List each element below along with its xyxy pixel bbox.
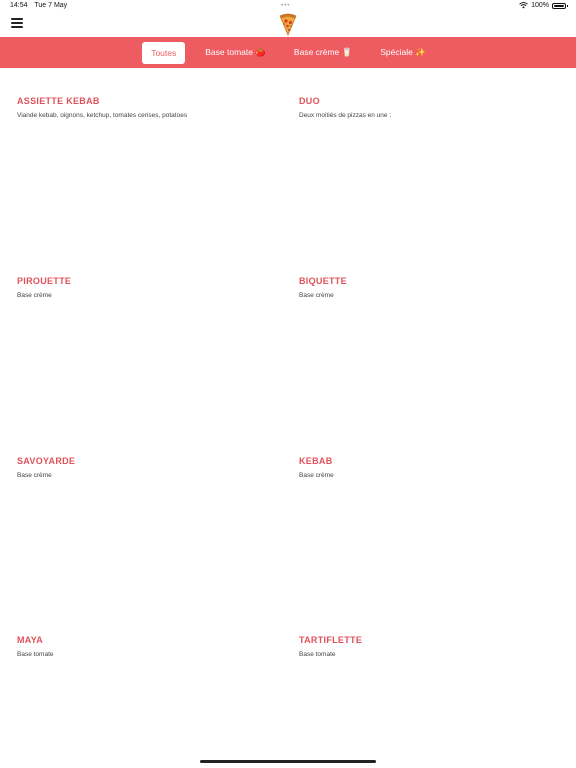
tab-base-creme[interactable]: Base crème 🥛 — [286, 41, 360, 64]
pizza-name: MAYA — [17, 635, 44, 645]
pizza-description: Base crème — [17, 472, 52, 479]
category-tabs: Toutes Base tomate 🍅 Base crème 🥛 Spécia… — [0, 37, 576, 68]
pizza-description: Deux moitiés de pizzas en une : — [299, 112, 392, 119]
pizza-description: Viande kebab, oignons, ketchup, tomates … — [17, 112, 188, 119]
pizza-name: BIQUETTE — [299, 276, 347, 286]
pizza-card-tartiflette[interactable]: TARTIFLETTE Base tomate — [299, 635, 559, 658]
battery-percentage: 100% — [531, 2, 549, 9]
hamburger-menu-icon[interactable] — [11, 18, 23, 28]
pizza-description: Base crème — [299, 292, 334, 299]
pizza-card-duo[interactable]: DUO Deux moitiés de pizzas en une : — [299, 96, 559, 119]
status-indicators: 100% — [519, 2, 568, 9]
pizza-name: DUO — [299, 96, 320, 106]
pizza-name: ASSIETTE KEBAB — [17, 96, 100, 106]
app-screen: 14:54 Tue 7 May ••• 100% Toutes Base tom… — [0, 0, 576, 768]
pizza-card-biquette[interactable]: BIQUETTE Base crème — [299, 276, 559, 299]
wifi-icon — [519, 2, 528, 9]
pizza-description: Base crème — [17, 292, 52, 299]
tab-speciale[interactable]: Spéciale ✨ — [372, 41, 434, 64]
status-time: 14:54 — [10, 2, 28, 9]
pizza-description: Base tomate — [299, 651, 336, 658]
pizza-grid: ASSIETTE KEBAB Viande kebab, oignons, ke… — [0, 68, 576, 758]
pizza-description: Base crème — [299, 472, 334, 479]
status-time-date: 14:54 Tue 7 May — [10, 2, 72, 9]
pizza-card-assiette-kebab[interactable]: ASSIETTE KEBAB Viande kebab, oignons, ke… — [17, 96, 277, 119]
tab-base-tomate[interactable]: Base tomate 🍅 — [197, 41, 274, 64]
tab-toutes[interactable]: Toutes — [142, 41, 186, 64]
pizza-slice-icon — [279, 13, 297, 36]
pizza-card-maya[interactable]: MAYA Base tomate — [17, 635, 277, 658]
multitasking-dots[interactable]: ••• — [281, 3, 290, 9]
pizza-name: SAVOYARDE — [17, 456, 76, 466]
home-indicator[interactable] — [200, 760, 376, 763]
pizza-card-kebab[interactable]: KEBAB Base crème — [299, 456, 559, 479]
nav-bar — [0, 10, 576, 36]
pizza-card-savoyarde[interactable]: SAVOYARDE Base crème — [17, 456, 277, 479]
pizza-name: TARTIFLETTE — [299, 635, 363, 645]
pizza-description: Base tomate — [17, 651, 54, 658]
battery-icon — [552, 2, 568, 9]
pizza-name: PIROUETTE — [17, 276, 72, 286]
status-date: Tue 7 May — [34, 2, 68, 9]
pizza-name: KEBAB — [299, 456, 333, 466]
pizza-card-pirouette[interactable]: PIROUETTE Base crème — [17, 276, 277, 299]
